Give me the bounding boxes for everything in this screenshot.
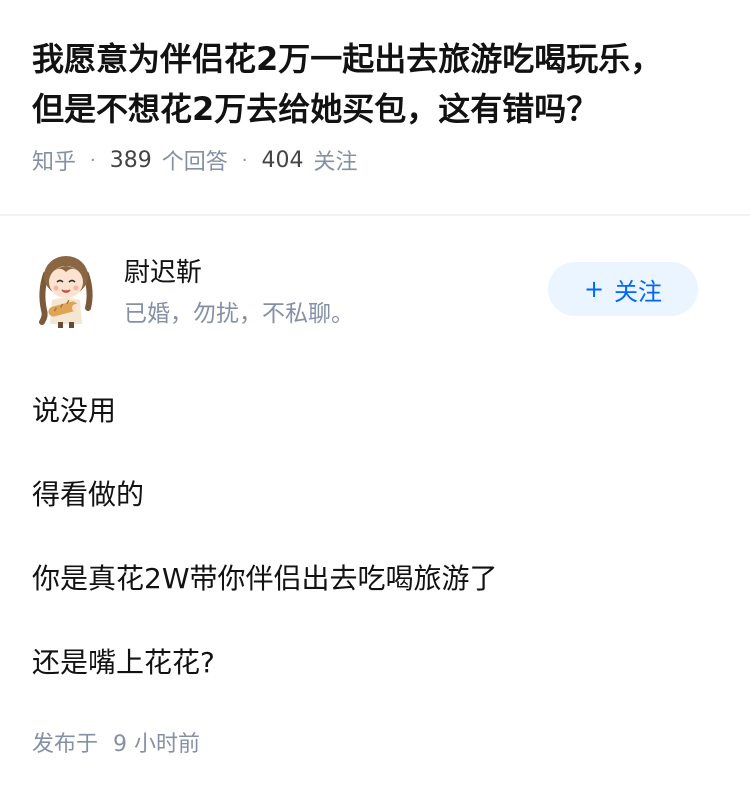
follow-button-label: 关注 [614,277,663,306]
publish-prefix: 发布于 [32,732,99,757]
follow-count: 404 [261,147,304,173]
question-meta: 知乎 · 389 个回答 · 404 关注 [32,144,718,176]
question-header: 我愿意为伴侣花2万一起出去旅游吃喝玩乐，但是不想花2万去给她买包，这有错吗？ 知… [0,0,750,216]
author-card: 尉迟靳 已婚，勿扰，不私聊。 + 关注 [0,216,750,328]
answer-count: 389 [109,147,152,173]
answer-paragraph: 说没用 [32,394,117,427]
answer-content[interactable]: 说没用 得看做的 你是真花2W带你伴侣出去吃喝旅游了 还是嘴上花花? [32,390,712,684]
answer-paragraph: 还是嘴上花花? [32,646,215,679]
publish-time: 发布于 9 小时前 [32,726,200,758]
meta-separator: · [241,149,248,171]
follow-count-label: 关注 [313,150,358,175]
answer-paragraph: 得看做的 [32,478,145,511]
meta-separator: · [90,149,96,171]
cartoon-girl-avatar-icon [39,256,93,328]
plus-icon: + [583,275,605,303]
avatar[interactable] [32,252,100,328]
answer-count-label[interactable]: 个回答 [162,144,228,176]
follow-button[interactable]: + 关注 [548,262,698,316]
publish-time-value: 9 小时前 [113,732,201,757]
question-title[interactable]: 我愿意为伴侣花2万一起出去旅游吃喝玩乐，但是不想花2万去给她买包，这有错吗？ [32,34,692,134]
answer-paragraph: 你是真花2W带你伴侣出去吃喝旅游了 [32,562,498,595]
author-bio: 已婚，勿扰，不私聊。 [124,301,354,327]
source-label[interactable]: 知乎 [32,144,76,176]
author-name[interactable]: 尉迟靳 [124,252,202,289]
